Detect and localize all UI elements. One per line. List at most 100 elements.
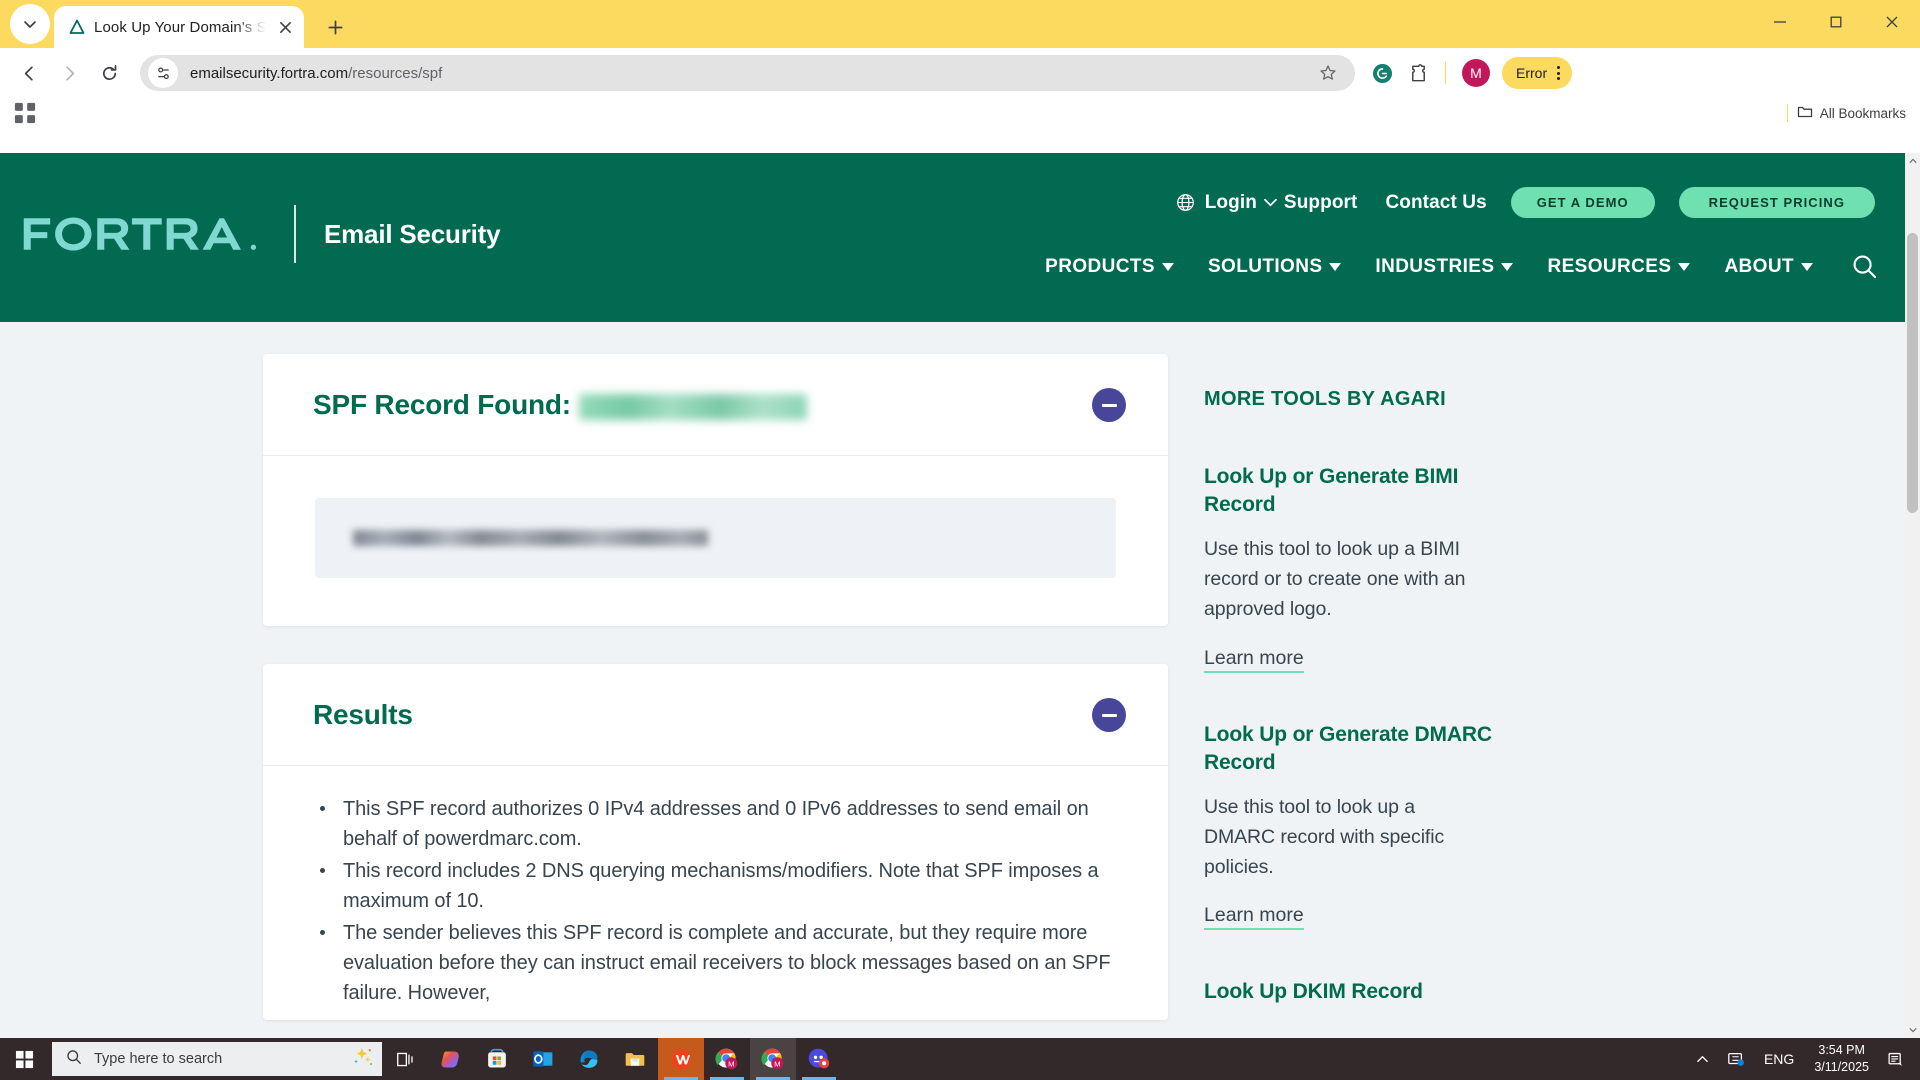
site-settings-icon[interactable] [148, 58, 178, 88]
reload-button[interactable] [90, 54, 128, 92]
taskbar-outlook-icon[interactable] [520, 1038, 566, 1080]
tab-search-chevron-icon[interactable] [10, 4, 50, 44]
chrome-menu-icon[interactable] [1553, 66, 1564, 80]
logo-divider [294, 205, 296, 263]
nav-label: RESOURCES [1547, 255, 1672, 277]
forward-button[interactable] [50, 54, 88, 92]
all-bookmarks-button[interactable]: All Bookmarks [1797, 104, 1906, 123]
spf-record-value-box [315, 498, 1116, 578]
tab-close-icon[interactable] [274, 16, 296, 38]
tray-expand-chevron-icon[interactable] [1687, 1053, 1718, 1066]
tool-description: Use this tool to look up a DMARC record … [1204, 795, 1445, 878]
minus-icon [1101, 403, 1117, 407]
task-view-button[interactable] [382, 1038, 428, 1080]
results-card-title: Results [313, 699, 413, 730]
site-logo[interactable]: Email Security [22, 205, 501, 263]
tool-card-bimi: Look Up or Generate BIMI Record Use this… [1204, 463, 1639, 673]
sidebar-heading: MORE TOOLS BY AGARI [1204, 388, 1447, 410]
caret-down-icon [1161, 262, 1174, 271]
taskbar-wps-office-icon[interactable] [658, 1038, 704, 1080]
clock-date: 3/11/2025 [1814, 1060, 1869, 1074]
apps-grid-icon[interactable] [12, 100, 38, 126]
sidebar-column: MORE TOOLS BY AGARI Look Up or Generate … [1204, 354, 1639, 1038]
tray-clock[interactable]: 3:54 PM 3/11/2025 [1804, 1042, 1879, 1076]
support-link[interactable]: Support [1284, 192, 1358, 214]
spf-card-title: SPF Record Found: [313, 389, 807, 421]
tray-language-indicator[interactable]: ENG [1754, 1051, 1804, 1067]
taskbar-copilot-icon[interactable] [428, 1038, 474, 1080]
fortra-wordmark-icon [23, 217, 257, 251]
scroll-up-arrow[interactable] [1905, 153, 1920, 169]
start-button[interactable] [0, 1038, 48, 1080]
clock-time: 3:54 PM [1818, 1043, 1865, 1058]
bookmarks-divider [1786, 104, 1788, 122]
learn-more-link-dmarc[interactable]: Learn more [1204, 904, 1304, 931]
taskbar-microsoft-store-icon[interactable] [474, 1038, 520, 1080]
copilot-sparkle-icon[interactable] [348, 1046, 374, 1073]
request-pricing-button[interactable]: REQUEST PRICING [1678, 187, 1875, 218]
bookmark-star-icon[interactable] [1315, 60, 1341, 86]
nav-item-resources[interactable]: RESOURCES [1547, 255, 1691, 278]
main-navigation: PRODUCTS SOLUTIONS INDUSTRIES RESOURCES … [1045, 253, 1878, 280]
list-item: This SPF record authorizes 0 IPv4 addres… [315, 794, 1116, 855]
spf-collapse-button[interactable] [1092, 388, 1126, 422]
contact-us-link[interactable]: Contact Us [1385, 192, 1486, 214]
nav-item-solutions[interactable]: SOLUTIONS [1207, 255, 1342, 278]
spf-card-body [263, 456, 1168, 626]
taskbar-search-box[interactable]: Type here to search [52, 1042, 382, 1076]
svg-text:M: M [728, 1060, 734, 1069]
nav-label: SOLUTIONS [1207, 255, 1323, 277]
url-text: emailsecurity.fortra.com/resources/spf [190, 65, 1315, 82]
minimize-button[interactable] [1752, 0, 1808, 44]
spf-title-text: SPF Record Found: [313, 389, 571, 420]
notification-center-icon[interactable] [1879, 1051, 1916, 1068]
caret-down-icon [1801, 262, 1813, 271]
address-bar[interactable]: emailsecurity.fortra.com/resources/spf [140, 55, 1355, 91]
spf-card-header: SPF Record Found: [263, 354, 1168, 456]
list-item: This record includes 2 DNS querying mech… [315, 856, 1116, 917]
globe-icon[interactable] [1176, 193, 1195, 212]
browser-tab[interactable]: Look Up Your Domain's SPF Rec [54, 6, 304, 48]
caret-down-icon [1678, 262, 1691, 271]
nav-item-about[interactable]: ABOUT [1724, 256, 1813, 278]
tool-card-dkim: Look Up DKIM Record [1204, 978, 1639, 1006]
system-tray: ENG 3:54 PM 3/11/2025 [1687, 1038, 1920, 1080]
list-item: The sender believes this SPF record is c… [315, 918, 1116, 1009]
tray-network-icon[interactable] [1718, 1050, 1754, 1068]
chevron-down-icon[interactable] [1263, 197, 1278, 208]
taskbar-chrome-window-1-icon[interactable]: M [704, 1038, 750, 1080]
maximize-button[interactable] [1808, 0, 1864, 44]
taskbar-file-explorer-icon[interactable] [612, 1038, 658, 1080]
profile-avatar[interactable]: M [1462, 59, 1490, 87]
taskbar-chrome-window-2-icon[interactable]: M [750, 1038, 796, 1080]
learn-more-link-bimi[interactable]: Learn more [1204, 647, 1304, 673]
results-collapse-button[interactable] [1092, 698, 1126, 732]
redacted-domain [578, 394, 807, 420]
browser-window: Look Up Your Domain's SPF Rec [0, 0, 1920, 1080]
close-window-button[interactable] [1864, 0, 1920, 44]
all-bookmarks-label: All Bookmarks [1819, 105, 1906, 121]
nav-item-products[interactable]: PRODUCTS [1045, 256, 1174, 278]
taskbar-edge-icon[interactable] [566, 1038, 612, 1080]
search-icon[interactable] [1851, 253, 1878, 280]
tab-title: Look Up Your Domain's SPF Rec [94, 18, 266, 36]
extensions-puzzle-icon[interactable] [1401, 56, 1435, 90]
back-button[interactable] [10, 54, 48, 92]
scrollbar-thumb[interactable] [1907, 233, 1918, 513]
nav-item-industries[interactable]: INDUSTRIES [1375, 256, 1514, 278]
login-link[interactable]: Login [1205, 192, 1257, 214]
sync-error-button[interactable]: Error [1502, 57, 1573, 89]
grammarly-extension-icon[interactable] [1365, 56, 1399, 90]
taskbar-recorder-icon[interactable] [796, 1038, 842, 1080]
scroll-down-arrow[interactable] [1905, 1022, 1920, 1038]
page-viewport: Email Security Login Support Contact Us … [0, 153, 1920, 1038]
page-scrollbar[interactable] [1905, 153, 1920, 1038]
get-a-demo-button[interactable]: GET A DEMO [1510, 187, 1655, 218]
results-card-header: Results [263, 664, 1168, 766]
new-tab-button[interactable] [318, 10, 352, 44]
nav-label: ABOUT [1724, 255, 1794, 277]
tool-title: Look Up or Generate BIMI Record [1204, 465, 1459, 517]
nav-label: PRODUCTS [1045, 255, 1155, 277]
bookmarks-bar: All Bookmarks [0, 98, 1920, 128]
minus-icon [1101, 713, 1117, 717]
